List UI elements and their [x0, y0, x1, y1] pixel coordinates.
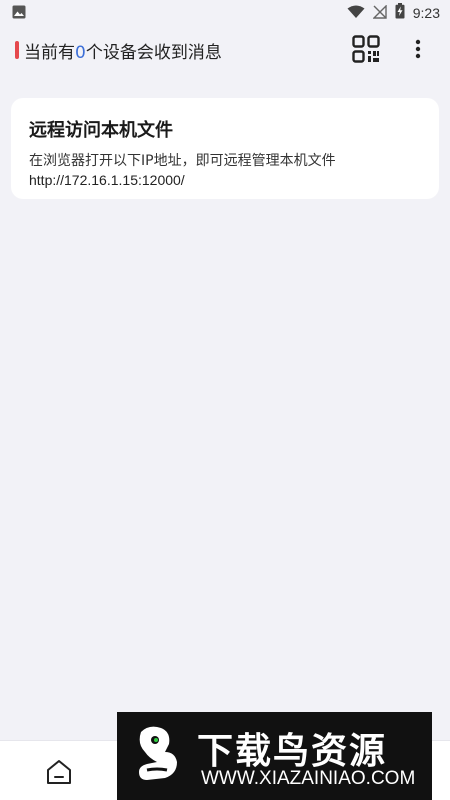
header-accent-bar — [15, 41, 19, 59]
more-vert-icon — [415, 39, 421, 63]
card-description: 在浏览器打开以下IP地址，即可远程管理本机文件 — [29, 153, 336, 169]
device-count: 0 — [75, 43, 86, 63]
image-icon — [12, 4, 26, 23]
card-title: 远程访问本机文件 — [29, 120, 173, 141]
no-signal-icon — [372, 3, 387, 23]
device-count-suffix: 个设备会收到消息 — [85, 43, 222, 63]
watermark-title: 下载鸟资源 — [197, 731, 388, 772]
bird-logo-icon — [127, 722, 187, 792]
watermark-banner: 下载鸟资源 WWW.XIAZAINIAO.COM — [117, 712, 432, 800]
status-time: 9:23 — [412, 5, 440, 21]
more-options-button[interactable] — [406, 35, 430, 67]
remote-access-url[interactable]: http://172.16.1.15:12000/ — [29, 172, 421, 188]
remote-access-card[interactable]: 远程访问本机文件 在浏览器打开以下IP地址，即可远程管理本机文件 http://… — [11, 98, 439, 199]
app-header: 当前有0个设备会收到消息 — [0, 26, 450, 76]
home-icon — [44, 760, 74, 791]
nav-home-button[interactable] — [44, 757, 74, 787]
battery-charging-icon — [395, 3, 405, 23]
device-count-prefix: 当前有 — [24, 43, 75, 63]
qr-code-button[interactable] — [350, 35, 382, 67]
watermark-url: WWW.XIAZAINIAO.COM — [201, 768, 416, 789]
wifi-icon — [347, 4, 365, 23]
device-count-text: 当前有0个设备会收到消息 — [24, 38, 222, 63]
qr-code-icon — [352, 35, 380, 67]
status-bar: 9:23 — [0, 0, 450, 26]
